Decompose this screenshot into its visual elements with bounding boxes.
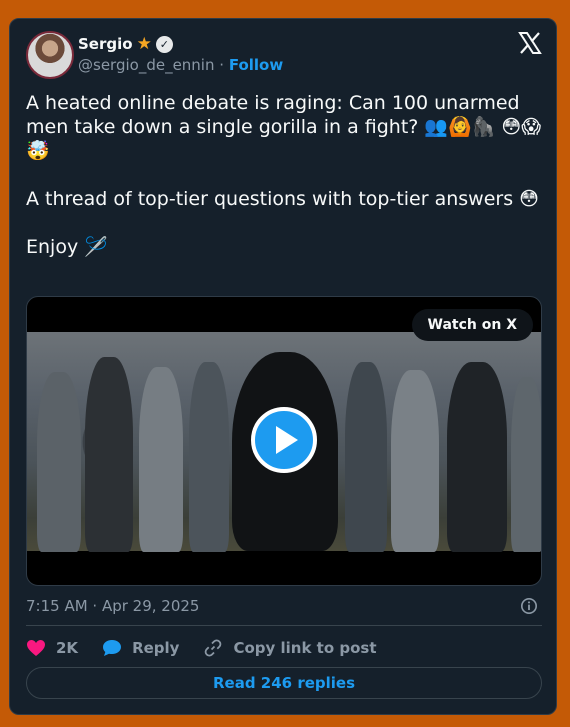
post-timestamp[interactable]: 7:15 AM · Apr 29, 2025	[26, 597, 199, 615]
like-button[interactable]: 2K	[26, 639, 78, 657]
like-count: 2K	[56, 639, 79, 657]
author-name-row: Sergio ★ ✓	[78, 35, 173, 53]
author-handle-row: @sergio_de_ennin · Follow	[78, 56, 283, 74]
action-bar: 2K Reply Copy link to post	[26, 636, 377, 660]
verified-check-icon: ✓	[155, 35, 173, 53]
copy-link-label: Copy link to post	[233, 639, 377, 657]
video-player[interactable]: Watch on X	[26, 296, 542, 586]
read-replies-button[interactable]: Read 246 replies	[26, 667, 542, 699]
reply-bubble-icon	[103, 640, 122, 656]
avatar[interactable]	[26, 31, 74, 79]
copy-link-button[interactable]: Copy link to post	[203, 638, 377, 658]
post-text: A heated online debate is raging: Can 10…	[26, 91, 546, 259]
heart-icon	[27, 640, 45, 656]
star-icon: ★	[136, 33, 152, 54]
watch-on-x-button[interactable]: Watch on X	[411, 309, 533, 341]
reply-button[interactable]: Reply	[102, 639, 179, 657]
link-icon	[205, 639, 222, 657]
post-text-line: Enjoy 🪡	[26, 236, 108, 258]
separator: ·	[219, 56, 225, 74]
post-text-line: A thread of top-tier questions with top-…	[26, 188, 539, 210]
x-logo-icon[interactable]	[518, 31, 542, 55]
post-header: Sergio ★ ✓ @sergio_de_ennin · Follow	[26, 31, 542, 81]
post-text-line: A heated online debate is raging: Can 10…	[26, 92, 542, 162]
post-card: Sergio ★ ✓ @sergio_de_ennin · Follow A h…	[9, 18, 557, 715]
author-handle[interactable]: @sergio_de_ennin	[78, 56, 214, 74]
info-icon[interactable]	[520, 597, 538, 615]
reply-label: Reply	[132, 639, 180, 657]
divider	[26, 625, 542, 626]
play-icon[interactable]	[251, 407, 317, 473]
follow-button[interactable]: Follow	[229, 56, 283, 74]
author-name[interactable]: Sergio	[78, 35, 133, 53]
